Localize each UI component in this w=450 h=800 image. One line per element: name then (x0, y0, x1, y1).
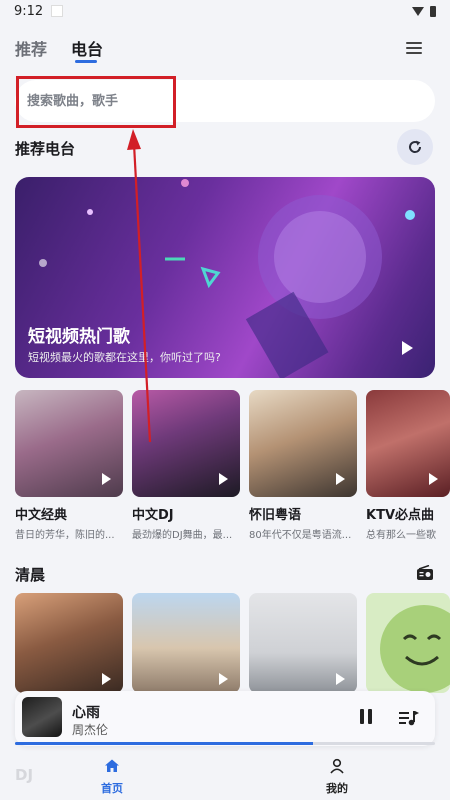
search-input[interactable] (15, 80, 435, 122)
morning-card[interactable] (132, 593, 240, 693)
active-tab-indicator (75, 60, 97, 63)
play-icon[interactable] (219, 673, 228, 685)
banner-subtitle: 短视频最火的歌都在这里，你听过了吗? (28, 351, 221, 364)
song-artist: 周杰伦 (72, 723, 109, 737)
station-card[interactable]: KTV必点曲 总有那么一些歌 (366, 390, 450, 541)
smiley-artwork (380, 605, 450, 693)
station-thumbnail (366, 390, 450, 497)
bottom-nav: 首页 我的 (0, 748, 450, 800)
play-icon[interactable] (429, 473, 438, 485)
nav-home-label: 首页 (101, 782, 123, 795)
nav-mine-label: 我的 (326, 782, 348, 795)
featured-banner[interactable]: 短视频热门歌 短视频最火的歌都在这里，你听过了吗? (15, 177, 435, 378)
station-thumbnail (249, 390, 357, 497)
user-icon (330, 758, 344, 774)
playlist-icon[interactable] (399, 709, 419, 727)
morning-card[interactable] (249, 593, 357, 693)
menu-icon[interactable] (406, 42, 422, 54)
section-title-morning: 清晨 (15, 566, 46, 584)
song-title: 心雨 (72, 705, 100, 721)
play-icon[interactable] (336, 673, 345, 685)
station-card[interactable]: 怀旧粤语 80年代不仅是粤语流... (249, 390, 357, 541)
status-time: 9:12 (14, 3, 44, 19)
play-icon[interactable] (102, 473, 111, 485)
station-card[interactable]: 中文经典 昔日的芳华，陈旧的... (15, 390, 123, 541)
nav-home[interactable]: 首页 (82, 758, 142, 796)
wifi-icon (412, 6, 424, 16)
station-card[interactable]: 中文DJ 最劲爆的DJ舞曲，最... (132, 390, 240, 541)
station-name: 怀旧粤语 (249, 508, 302, 523)
top-bar: 推荐 电台 (0, 28, 450, 68)
play-icon[interactable] (336, 473, 345, 485)
album-cover (22, 697, 62, 737)
section-title-recommended: 推荐电台 (15, 140, 76, 158)
battery-icon (430, 5, 436, 17)
play-icon[interactable] (219, 473, 228, 485)
station-name: 中文DJ (132, 508, 174, 523)
play-icon[interactable] (102, 673, 111, 685)
banner-title: 短视频热门歌 (28, 327, 130, 347)
banner-artwork (39, 179, 415, 378)
station-desc: 昔日的芳华，陈旧的... (15, 530, 115, 541)
refresh-icon (409, 140, 422, 153)
notification-icon (51, 5, 64, 17)
mini-player[interactable]: 心雨 周杰伦 (15, 691, 435, 746)
station-desc: 80年代不仅是粤语流... (249, 530, 352, 541)
station-name: KTV必点曲 (366, 508, 435, 523)
status-bar: 9:12 (0, 0, 450, 22)
refresh-button[interactable] (397, 129, 433, 165)
station-desc: 最劲爆的DJ舞曲，最... (132, 530, 233, 541)
station-thumbnail (15, 390, 123, 497)
search-bar[interactable] (15, 80, 435, 122)
progress-fill (15, 742, 314, 745)
tab-recommend[interactable]: 推荐 (15, 36, 47, 60)
morning-card[interactable] (366, 593, 450, 693)
nav-mine[interactable]: 我的 (307, 758, 367, 796)
station-name: 中文经典 (15, 508, 68, 523)
tab-radio[interactable]: 电台 (71, 36, 103, 60)
pause-button[interactable] (360, 709, 374, 725)
home-icon (105, 759, 119, 772)
station-thumbnail (132, 390, 240, 497)
radio-icon[interactable] (416, 565, 434, 581)
station-desc: 总有那么一些歌 (366, 530, 436, 541)
morning-card[interactable] (15, 593, 123, 693)
play-icon[interactable] (402, 341, 413, 355)
playback-progress[interactable] (15, 742, 435, 745)
